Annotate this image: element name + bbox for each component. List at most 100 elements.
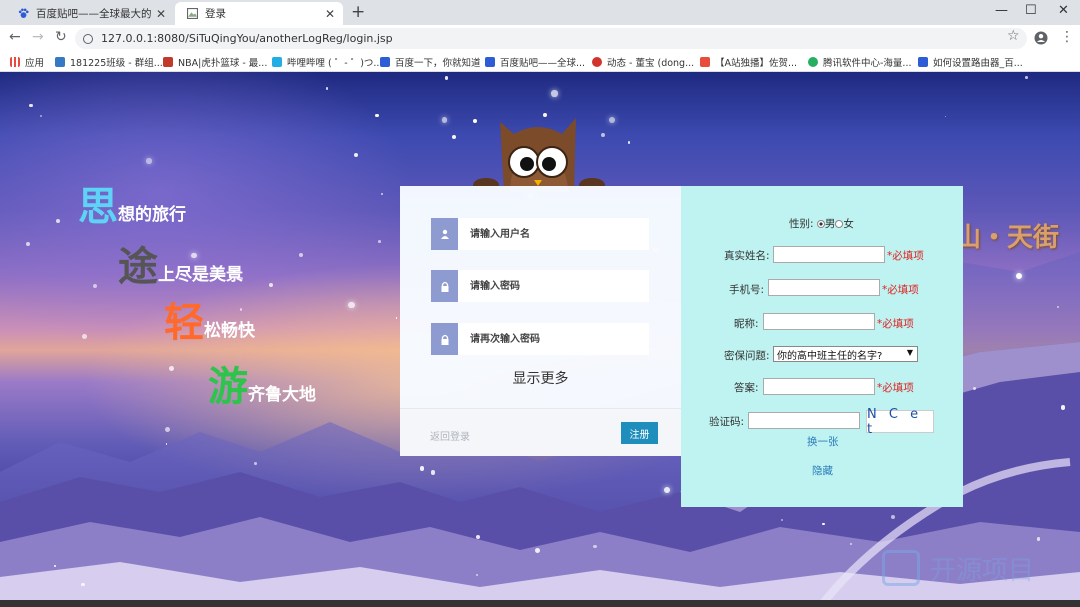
required-hint: *必填项 [877, 382, 914, 394]
required-hint: *必填项 [882, 284, 919, 296]
snowflake [165, 443, 168, 445]
snowflake [1025, 75, 1029, 79]
bookmark-icon [918, 57, 928, 67]
forward-icon[interactable]: → [32, 29, 44, 45]
captcha-label: 验证码: [709, 416, 745, 428]
phone-input[interactable] [768, 279, 880, 296]
register-detail-panel: 性别: 男女 真实姓名: *必填项 手机号: *必填项 昵称: *必填项 密保问… [681, 186, 963, 507]
slogan-line-4: 游齐鲁大地 [208, 354, 316, 412]
register-button[interactable]: 注册 [621, 422, 658, 444]
bookmark-tieba[interactable]: 百度贴吧——全球... [485, 55, 585, 69]
bookmark-bilibili[interactable]: 哔哩哔哩 ( ゜- ゜)つ... [272, 55, 382, 69]
bookmark-dynamic[interactable]: 动态 - 董宝 (dong... [592, 55, 694, 69]
hide-link[interactable]: 隐藏 [812, 463, 833, 478]
snowflake [551, 90, 558, 97]
required-hint: *必填项 [887, 250, 924, 262]
login-page: 思想的旅行 途上尽是美景 轻松畅快 游齐鲁大地 山・天街 请输入用户名 显示更多… [0, 72, 1080, 607]
tab-login[interactable]: 登录 ✕ [175, 2, 343, 25]
answer-input[interactable] [763, 378, 875, 395]
slogan-text: 上尽是美景 [158, 265, 243, 285]
bookmark-nba[interactable]: NBA|虎扑篮球 - 最... [163, 55, 267, 69]
bottom-bar [0, 600, 1080, 607]
bookmark-apps[interactable]: 应用 [10, 55, 44, 69]
bookmark-icon [592, 57, 602, 67]
slogan-line-3: 轻松畅快 [164, 290, 255, 348]
female-label: 女 [843, 218, 854, 230]
account-icon[interactable] [1034, 31, 1048, 45]
snowflake [82, 333, 87, 339]
info-icon[interactable] [83, 33, 93, 44]
tab-strip: 百度贴吧——全球最大的中文社 ✕ 登录 ✕ + — ☐ ✕ [0, 0, 1080, 25]
tab-title: 百度贴吧——全球最大的中文社 [36, 8, 152, 20]
star-icon[interactable]: ☆ [1007, 28, 1020, 44]
window-close-icon[interactable]: ✕ [1058, 3, 1069, 18]
slogan-line-1: 思想的旅行 [78, 174, 186, 232]
snowflake [973, 386, 977, 390]
baidu-paw-icon [18, 8, 29, 19]
required-hint: *必填项 [877, 318, 914, 330]
snowflake [268, 283, 273, 287]
captcha-input[interactable] [748, 412, 860, 429]
captcha-image[interactable]: N C e t [866, 407, 934, 437]
snowflake [534, 547, 540, 553]
snowflake [609, 116, 616, 123]
security-question-select[interactable]: 你的高中班主任的名字? ▼ [773, 346, 918, 362]
snowflake [375, 113, 379, 118]
tab-close-icon[interactable]: ✕ [156, 7, 166, 21]
bookmarks-bar: 应用 181225班级 - 群组... NBA|虎扑篮球 - 最... 哔哩哔哩… [0, 51, 1080, 72]
security-question-label: 密保问题: [724, 350, 770, 362]
maximize-icon[interactable]: ☐ [1025, 3, 1037, 18]
reload-icon[interactable]: ↻ [55, 29, 67, 45]
confirm-password-field [431, 323, 649, 355]
phone-label: 手机号: [729, 284, 765, 296]
username-input[interactable] [458, 219, 649, 249]
bookmark-icon [808, 57, 818, 67]
bookmark-icon [485, 57, 495, 67]
slogan-big-char: 游 [208, 364, 248, 410]
realname-input[interactable] [773, 246, 885, 263]
male-radio[interactable] [816, 220, 825, 228]
watermark-logo-icon [882, 550, 920, 586]
tab-baidu-tieba[interactable]: 百度贴吧——全球最大的中文社 ✕ [6, 2, 174, 25]
menu-icon[interactable]: ⋮ [1060, 29, 1074, 45]
login-card: 显示更多 返回登录 注册 [400, 186, 681, 456]
bookmark-icon [380, 57, 390, 67]
bookmark-icon [700, 57, 710, 67]
change-captcha-link[interactable]: 换一张 [807, 434, 839, 449]
dropdown-arrow-icon: ▼ [906, 348, 913, 357]
tab-close-icon[interactable]: ✕ [325, 7, 335, 21]
snowflake [890, 514, 895, 519]
bookmark-baidu[interactable]: 百度一下，你就知道 [380, 55, 481, 69]
slogan-text: 松畅快 [204, 321, 255, 341]
login-card-footer: 返回登录 注册 [400, 408, 681, 456]
password-input[interactable] [458, 271, 649, 301]
show-more-link[interactable]: 显示更多 [400, 368, 681, 388]
slogan-big-char: 途 [118, 244, 158, 290]
snowflake [253, 462, 257, 465]
user-icon-box [431, 218, 458, 250]
lock-icon [441, 281, 448, 292]
snowflake [663, 486, 670, 493]
new-tab-button[interactable]: + [351, 2, 365, 22]
url-input[interactable]: 127.0.0.1:8080/SiTuQingYou/anotherLogReg… [75, 28, 1027, 49]
user-icon [440, 229, 449, 239]
bookmark-class-group[interactable]: 181225班级 - 群组... [55, 55, 163, 69]
slogan-text: 齐鲁大地 [248, 385, 316, 405]
bookmark-router[interactable]: 如何设置路由器_百... [918, 55, 1023, 69]
snowflake [348, 302, 355, 309]
bookmark-icon [272, 57, 282, 67]
confirm-password-input[interactable] [458, 324, 649, 354]
nickname-input[interactable] [763, 313, 875, 330]
minimize-icon[interactable]: — [995, 3, 1008, 18]
slogan-text: 想的旅行 [118, 205, 186, 225]
lock-icon-box [431, 323, 458, 355]
back-icon[interactable]: ← [9, 29, 21, 45]
tab-title: 登录 [205, 8, 226, 20]
bookmark-icon [55, 57, 65, 67]
snowflake [1016, 272, 1023, 279]
url-text: 127.0.0.1:8080/SiTuQingYou/anotherLogReg… [101, 32, 393, 45]
bookmark-acfun[interactable]: 【A站独播】佐贺... [700, 55, 797, 69]
back-to-login-link[interactable]: 返回登录 [430, 428, 470, 443]
bookmark-tencent[interactable]: 腾讯软件中心-海量... [808, 55, 912, 69]
realname-label: 真实姓名: [724, 250, 770, 262]
